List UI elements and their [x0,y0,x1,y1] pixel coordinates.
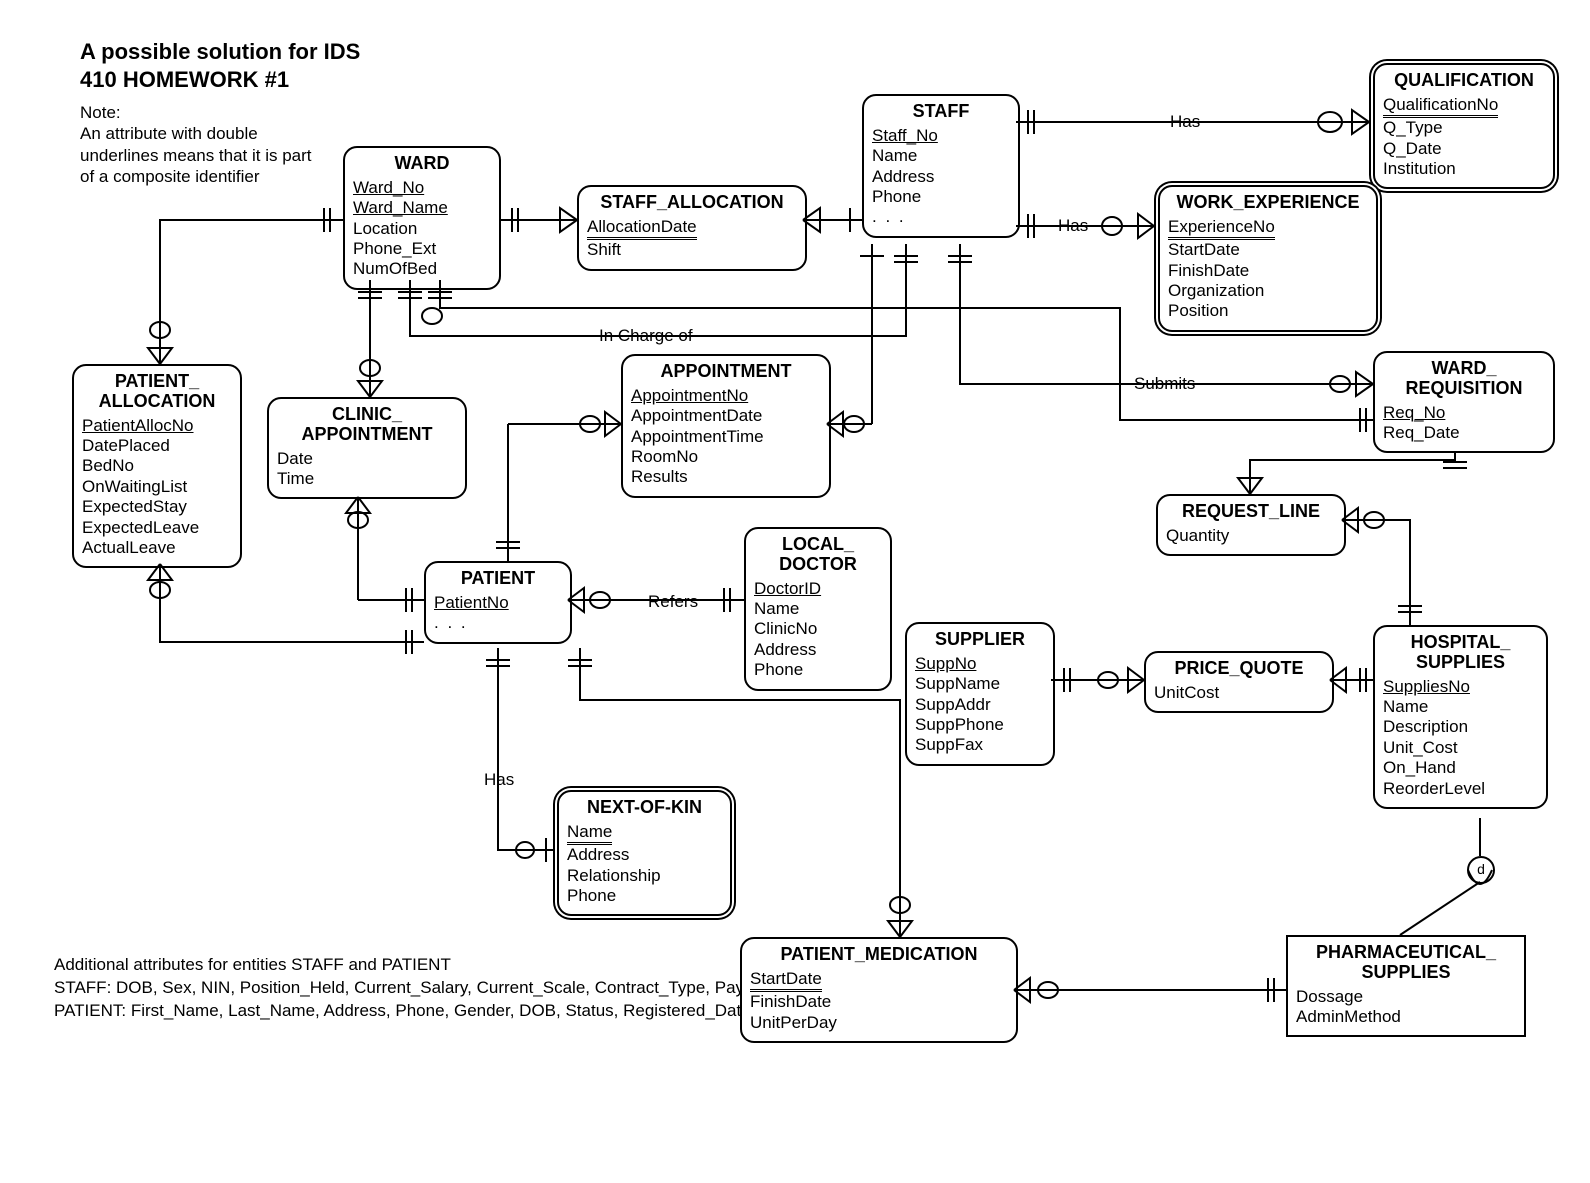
rel-has-nok: Has [480,770,518,790]
entity-ward-requisition: WARD_REQUISITION Req_No Req_Date [1373,351,1555,453]
entity-appointment: APPOINTMENT AppointmentNo AppointmentDat… [621,354,831,498]
entity-clinic-appointment: CLINIC_APPOINTMENT Date Time [267,397,467,499]
page-note: Note: An attribute with double underline… [80,102,312,187]
entity-patient-medication: PATIENT_MEDICATION StartDate FinishDate … [740,937,1018,1043]
entity-local-doctor: LOCAL_DOCTOR DoctorID Name ClinicNo Addr… [744,527,892,691]
rel-has-workexp: Has [1054,216,1092,236]
page-header-line2: 410 HOMEWORK #1 [80,66,360,94]
entity-work-experience: WORK_EXPERIENCE ExperienceNo StartDate F… [1158,185,1378,332]
entity-next-of-kin: NEXT-OF-KIN Name Address Relationship Ph… [557,790,732,916]
entity-ward: WARD Ward_No Ward_Name Location Phone_Ex… [343,146,501,290]
entity-supplier: SUPPLIER SuppNo SuppName SuppAddr SuppPh… [905,622,1055,766]
rel-refers: Refers [644,592,702,612]
entity-hospital-supplies: HOSPITAL_SUPPLIES SuppliesNo Name Descri… [1373,625,1548,809]
entity-patient: PATIENT PatientNo . . . [424,561,572,644]
rel-in-charge-of: In Charge of [595,326,697,346]
entity-staff-allocation: STAFF_ALLOCATION AllocationDate Shift [577,185,807,271]
entity-request-line: REQUEST_LINE Quantity [1156,494,1346,556]
entity-qualification: QUALIFICATION QualificationNo Q_Type Q_D… [1373,63,1555,189]
rel-submits: Submits [1130,374,1199,394]
entity-staff: STAFF Staff_No Name Address Phone . . . [862,94,1020,238]
entity-pharmaceutical-supplies: PHARMACEUTICAL_SUPPLIES Dossage AdminMet… [1286,935,1526,1037]
entity-price-quote: PRICE_QUOTE UnitCost [1144,651,1334,713]
entity-patient-allocation: PATIENT_ALLOCATION PatientAllocNo DatePl… [72,364,242,568]
page-header-line1: A possible solution for IDS [80,38,360,66]
page-header: A possible solution for IDS 410 HOMEWORK… [80,38,360,93]
rel-has-qualification: Has [1166,112,1204,132]
disjoint-marker: d [1467,856,1495,884]
